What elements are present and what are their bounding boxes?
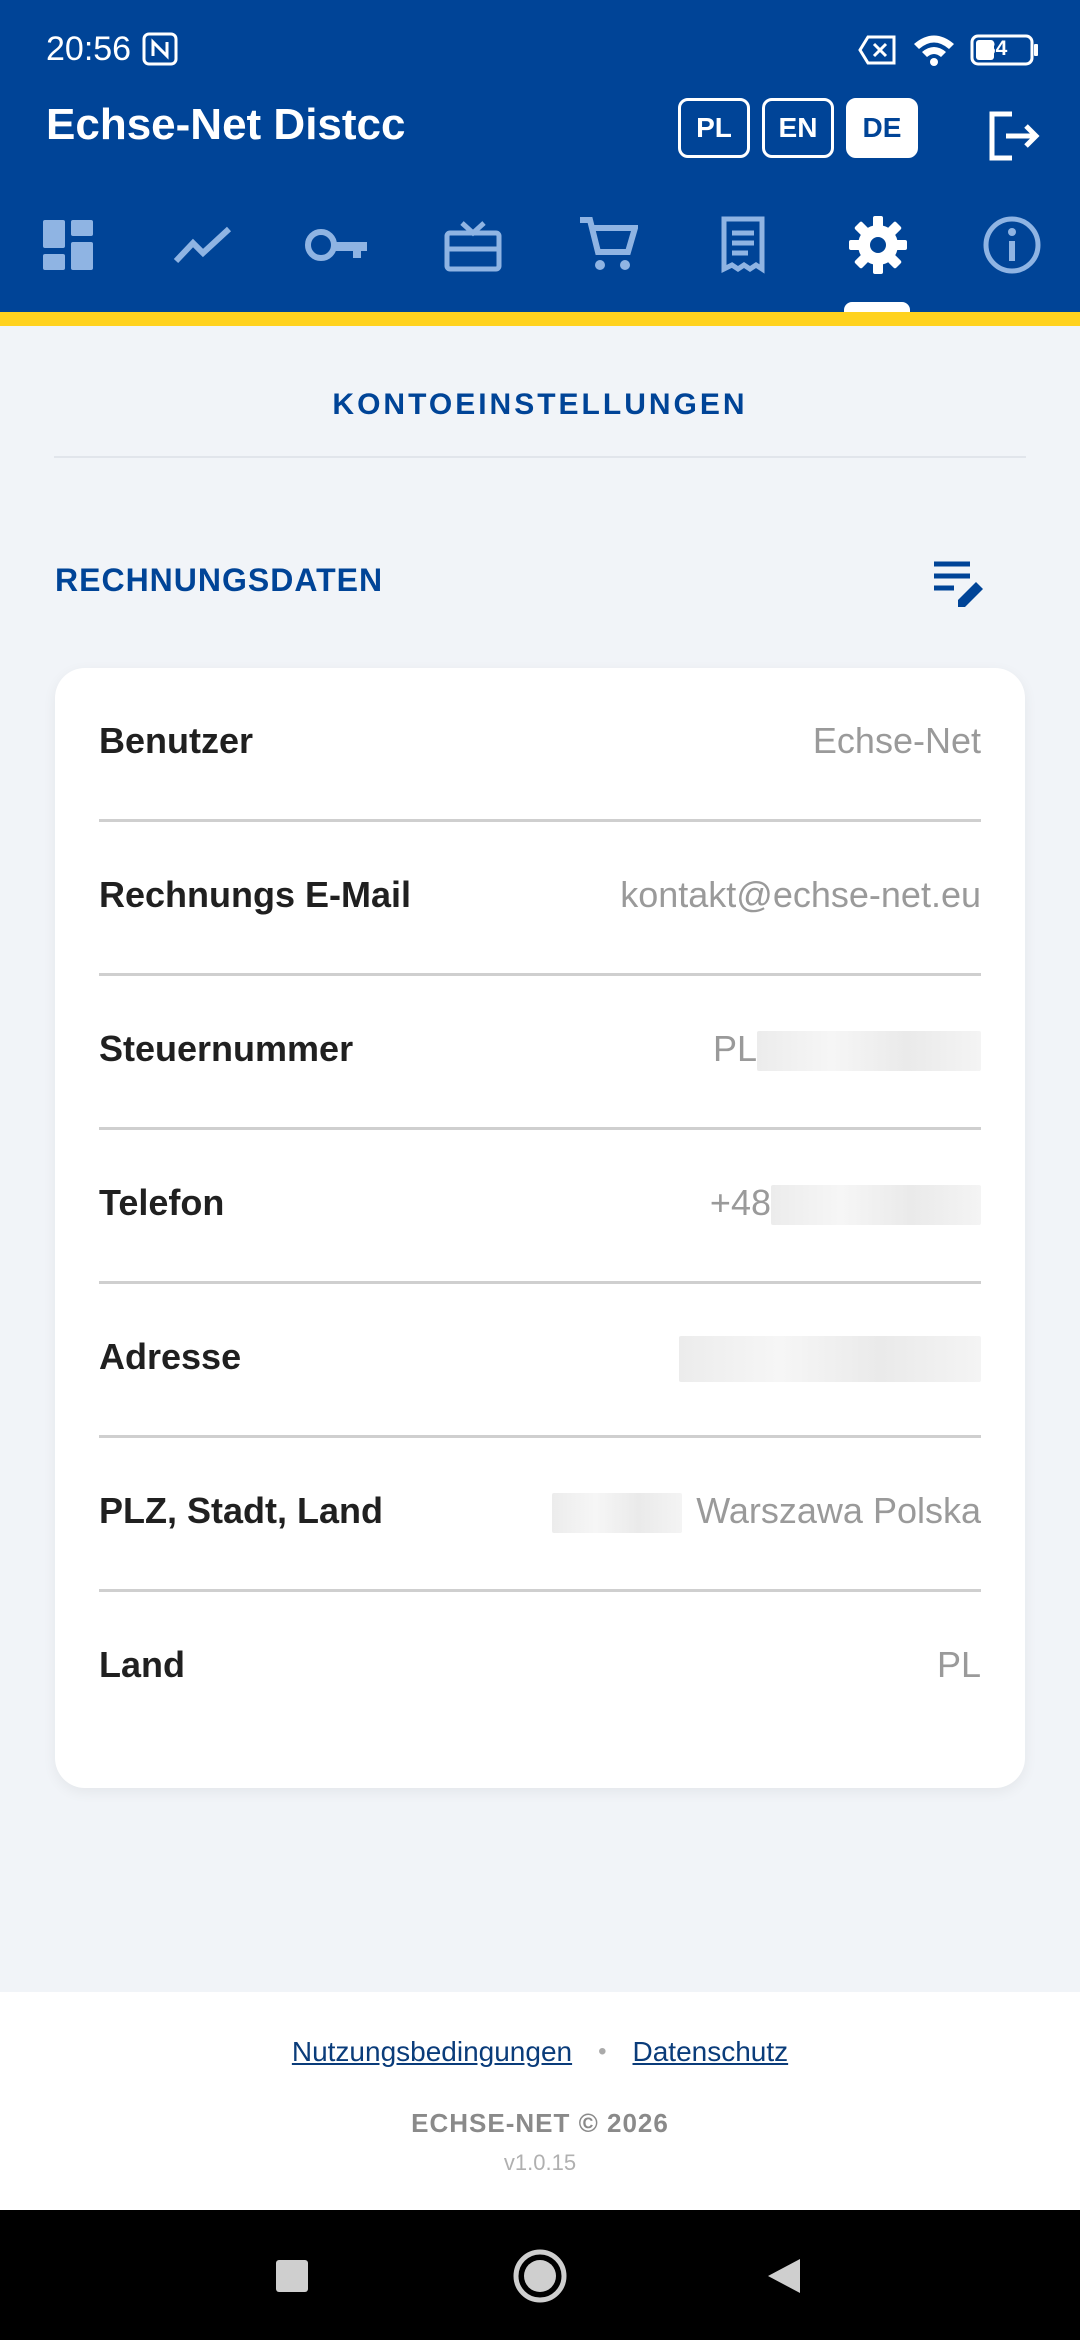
nav-statistics[interactable] (168, 210, 238, 280)
row-label: Land (99, 1644, 185, 1685)
recents-button[interactable] (260, 2244, 324, 2308)
row-value: PL (936, 1644, 981, 1685)
lang-button-de[interactable]: DE (846, 98, 918, 158)
terms-link[interactable]: Nutzungsbedingungen (292, 2036, 572, 2068)
lang-button-en[interactable]: EN (762, 98, 834, 158)
billing-row-user: Benutzer Echse-Net (99, 668, 981, 822)
nav-dashboard[interactable] (33, 210, 103, 280)
nav-settings[interactable] (843, 210, 913, 280)
row-value: kontakt@echse-net.eu (620, 874, 981, 915)
recents-icon (276, 2260, 308, 2292)
billing-row-phone: Telefon +48 (99, 1130, 981, 1284)
redacted-block (757, 1031, 981, 1072)
row-label: Steuernummer (99, 1028, 354, 1069)
footer: Nutzungsbedingungen • Datenschutz ECHSE-… (0, 1992, 1080, 2210)
copyright: ECHSE-NET © 2026 (411, 2108, 669, 2138)
trending-icon (173, 226, 232, 264)
redacted-block (771, 1185, 981, 1226)
redacted-block (679, 1336, 981, 1383)
billing-row-tax-number: Steuernummer PL (99, 976, 981, 1130)
nav-info[interactable] (977, 210, 1047, 280)
row-value-wrapper: PL (712, 1028, 981, 1072)
status-bar: 20:56 34 (46, 26, 1040, 74)
lang-button-pl[interactable]: PL (678, 98, 750, 158)
system-nav-bar (0, 2210, 1080, 2340)
logout-icon[interactable] (986, 108, 1042, 164)
redacted-block (552, 1493, 683, 1534)
language-switcher: PL EN DE (678, 98, 918, 158)
info-icon (983, 216, 1041, 274)
home-icon (513, 2249, 567, 2303)
cart-icon (580, 217, 638, 270)
key-icon (305, 229, 367, 261)
row-value-wrapper (679, 1336, 981, 1383)
row-value-wrapper: +48 (709, 1182, 981, 1226)
wifi-icon (914, 35, 954, 66)
billing-row-email: Rechnungs E-Mail kontakt@echse-net.eu (99, 822, 981, 976)
section-title: RECHNUNGSDATEN (55, 562, 384, 598)
row-label: PLZ, Stadt, Land (99, 1490, 383, 1531)
row-value-wrapper: Warszawa Polska (552, 1490, 981, 1534)
receipt-icon (721, 216, 765, 274)
row-value: PL (712, 1028, 757, 1069)
row-value: Warszawa Polska (696, 1490, 981, 1531)
back-icon (768, 2259, 800, 2293)
footer-links: Nutzungsbedingungen • Datenschutz (0, 2036, 1080, 2068)
row-value: +48 (709, 1182, 771, 1223)
status-icons: 34 (858, 28, 1040, 72)
sim-error-icon (858, 35, 896, 65)
nav-vouchers[interactable] (438, 210, 508, 280)
row-label: Rechnungs E-Mail (99, 874, 412, 915)
row-label: Adresse (99, 1336, 242, 1377)
billing-row-country: Land PL (99, 1592, 981, 1746)
privacy-link[interactable]: Datenschutz (633, 2036, 789, 2068)
billing-card: Benutzer Echse-Net Rechnungs E-Mail kont… (55, 668, 1025, 1788)
status-time: 20:56 (46, 30, 132, 68)
title-divider (54, 456, 1026, 458)
row-value: Echse-Net (812, 720, 981, 761)
back-button[interactable] (752, 2244, 816, 2308)
app-version: v1.0.15 (503, 2150, 577, 2175)
row-label: Benutzer (99, 720, 254, 761)
nfc-icon (142, 32, 178, 66)
app-header: 20:56 34 Echse-Net Distcc PL EN DE (0, 0, 1080, 312)
row-label: Telefon (99, 1182, 225, 1223)
main-nav (0, 200, 1080, 312)
home-button[interactable] (508, 2244, 572, 2308)
edit-billing-icon[interactable] (930, 558, 986, 608)
billing-row-postal-city: PLZ, Stadt, Land Warszawa Polska (99, 1438, 981, 1592)
header-accent-bar (0, 312, 1080, 326)
nav-keys[interactable] (303, 210, 373, 280)
page-title: KONTOEINSTELLUNGEN (332, 388, 748, 421)
dashboard-icon (43, 220, 93, 270)
billing-row-address: Adresse (99, 1284, 981, 1438)
nav-invoices[interactable] (708, 210, 778, 280)
footer-separator: • (598, 2038, 607, 2065)
nav-shop[interactable] (573, 210, 643, 280)
settings-icon (849, 216, 907, 274)
battery-indicator: 34 (970, 33, 1040, 67)
app-title: Echse-Net Distcc (46, 100, 406, 149)
battery-level: 34 (984, 37, 1008, 60)
voucher-icon (444, 221, 502, 272)
